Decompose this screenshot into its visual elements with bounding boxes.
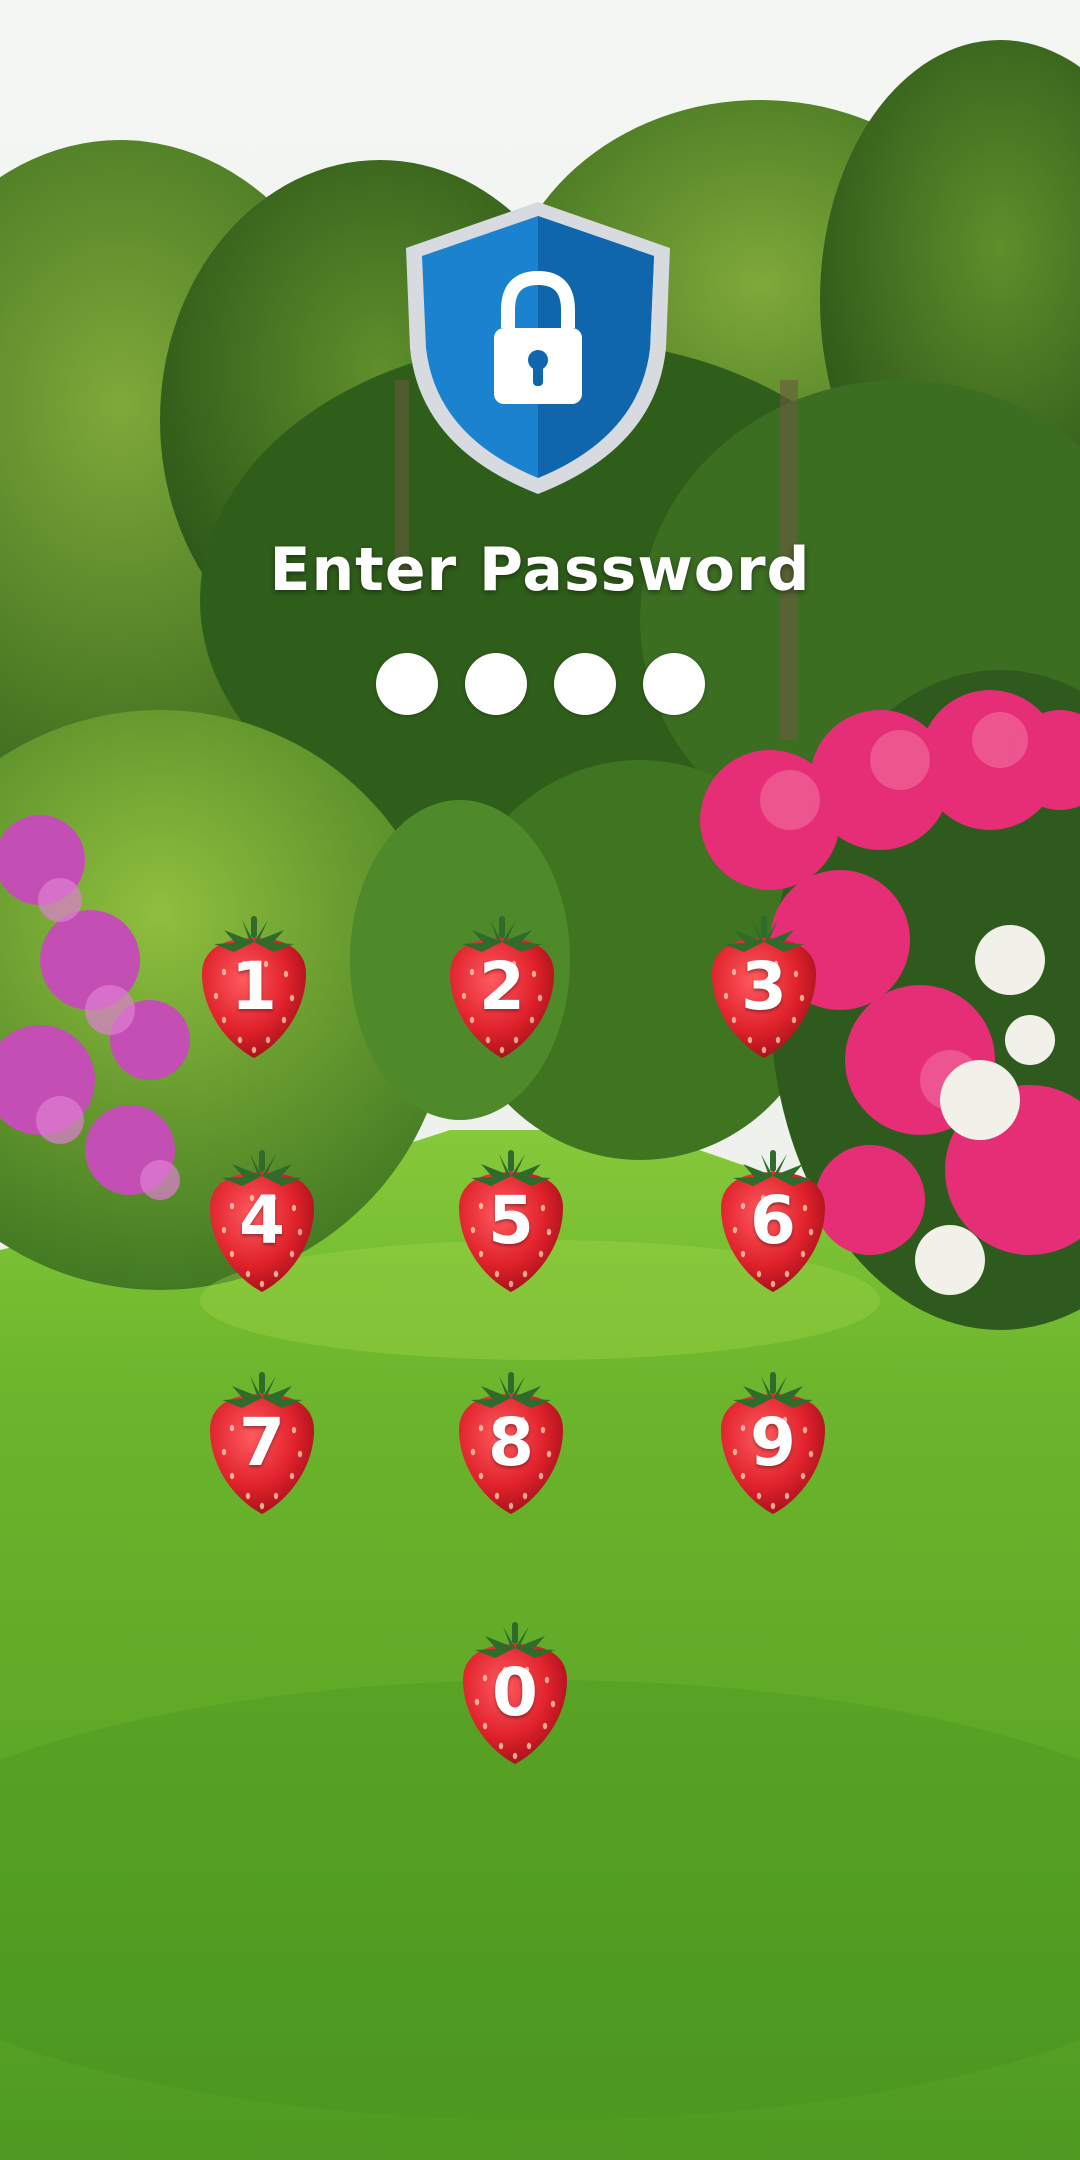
key-3[interactable]: 3: [704, 912, 824, 1062]
pin-dot: [553, 653, 616, 715]
key-digit: 1: [231, 948, 277, 1025]
key-1[interactable]: 1: [194, 912, 314, 1062]
key-digit: 0: [492, 1654, 538, 1731]
key-6[interactable]: 6: [713, 1146, 833, 1296]
key-7[interactable]: 7: [202, 1368, 322, 1518]
pin-indicator: [0, 653, 1080, 715]
key-digit: 7: [239, 1404, 285, 1481]
pin-dot: [642, 653, 705, 715]
key-digit: 4: [239, 1182, 285, 1259]
key-5[interactable]: 5: [451, 1146, 571, 1296]
key-4[interactable]: 4: [202, 1146, 322, 1296]
key-9[interactable]: 9: [713, 1368, 833, 1518]
key-digit: 6: [750, 1182, 796, 1259]
key-digit: 5: [488, 1182, 534, 1259]
page-title: Enter Password: [269, 535, 811, 605]
key-digit: 8: [488, 1404, 534, 1481]
pin-dot: [464, 653, 527, 715]
shield-lock-icon: [398, 198, 678, 498]
key-0[interactable]: 0: [455, 1618, 575, 1768]
key-2[interactable]: 2: [442, 912, 562, 1062]
key-8[interactable]: 8: [451, 1368, 571, 1518]
pin-dot: [375, 653, 438, 715]
key-digit: 9: [750, 1404, 796, 1481]
key-digit: 3: [741, 948, 787, 1025]
key-digit: 2: [479, 948, 525, 1025]
